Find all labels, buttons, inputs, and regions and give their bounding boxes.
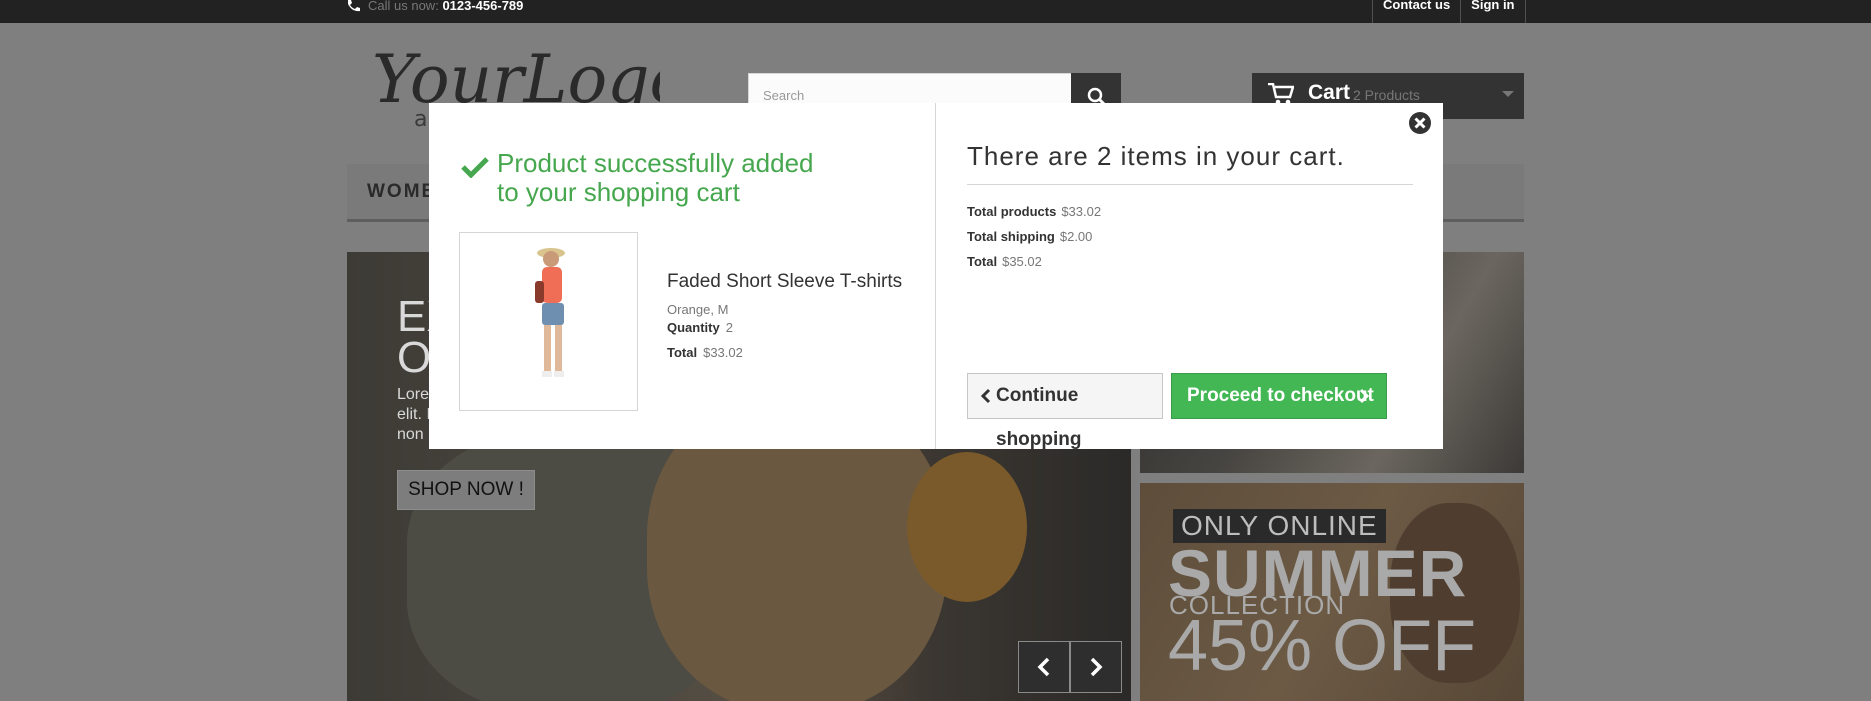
logo-tagline: a bbox=[414, 107, 427, 129]
phone-prefix: Call us now: bbox=[368, 0, 439, 13]
product-quantity: Quantity 2 bbox=[667, 320, 733, 335]
total-products-row: Total products $33.02 bbox=[967, 204, 1102, 219]
modal-cart-panel: There are 2 items in your cart. Total pr… bbox=[967, 103, 1413, 450]
proceed-to-checkout-button[interactable]: Proceed to checkout bbox=[1171, 373, 1387, 419]
phone-icon bbox=[348, 0, 360, 12]
divider bbox=[967, 184, 1413, 185]
cart-summary-title: There are 2 items in your cart. bbox=[967, 141, 1345, 171]
shop-now-button[interactable]: SHOP NOW ! bbox=[397, 470, 535, 510]
slider-prev-button[interactable] bbox=[1018, 641, 1070, 693]
banner-discount: 45% OFF bbox=[1168, 606, 1477, 686]
add-to-cart-modal: Product successfully added to your shopp… bbox=[429, 103, 1443, 450]
checkmark-icon bbox=[461, 157, 489, 178]
slider-next-button[interactable] bbox=[1070, 641, 1122, 693]
product-total: Total $33.02 bbox=[667, 345, 743, 360]
search-placeholder: Search bbox=[763, 88, 805, 103]
contact-us-link[interactable]: Contact us bbox=[1373, 0, 1462, 23]
success-title: Product successfully added to your shopp… bbox=[497, 148, 814, 207]
sign-in-link[interactable]: Sign in bbox=[1461, 0, 1526, 23]
modal-product-panel: Product successfully added to your shopp… bbox=[429, 103, 936, 449]
top-links: Contact us Sign in bbox=[1372, 0, 1526, 23]
total-shipping-row: Total shipping $2.00 bbox=[967, 229, 1093, 244]
chevron-right-icon bbox=[1090, 657, 1103, 677]
product-name: Faded Short Sleeve T-shirts bbox=[667, 271, 903, 292]
promo-banner-bottom[interactable]: ONLY ONLINE SUMMER COLLECTION 45% OFF bbox=[1140, 483, 1524, 701]
continue-shopping-label: Continue shopping bbox=[996, 385, 1082, 450]
phone-contact: Call us now: 0123-456-789 bbox=[346, 0, 523, 12]
slide-background bbox=[907, 452, 1027, 602]
cart-icon bbox=[1268, 83, 1294, 105]
chevron-down-icon bbox=[1502, 91, 1514, 97]
product-attributes: Orange, M bbox=[667, 302, 729, 317]
proceed-to-checkout-label: Proceed to checkout bbox=[1187, 385, 1374, 406]
chevron-left-icon bbox=[980, 388, 991, 404]
total-row: Total $35.02 bbox=[967, 254, 1042, 269]
close-icon bbox=[1409, 112, 1431, 134]
cart-label: Cart bbox=[1308, 81, 1351, 104]
chevron-right-icon bbox=[1359, 388, 1370, 404]
cart-count: 2 Products bbox=[1353, 87, 1420, 103]
product-image bbox=[459, 232, 638, 411]
chevron-left-icon bbox=[1037, 657, 1050, 677]
phone-number: 0123-456-789 bbox=[442, 0, 524, 13]
continue-shopping-button[interactable]: Continue shopping bbox=[967, 373, 1163, 450]
slide-text: Lore elit. Inon bbox=[397, 386, 431, 443]
top-bar: Call us now: 0123-456-789 Contact us Sig… bbox=[0, 0, 1871, 23]
close-modal-button[interactable] bbox=[1408, 111, 1432, 135]
